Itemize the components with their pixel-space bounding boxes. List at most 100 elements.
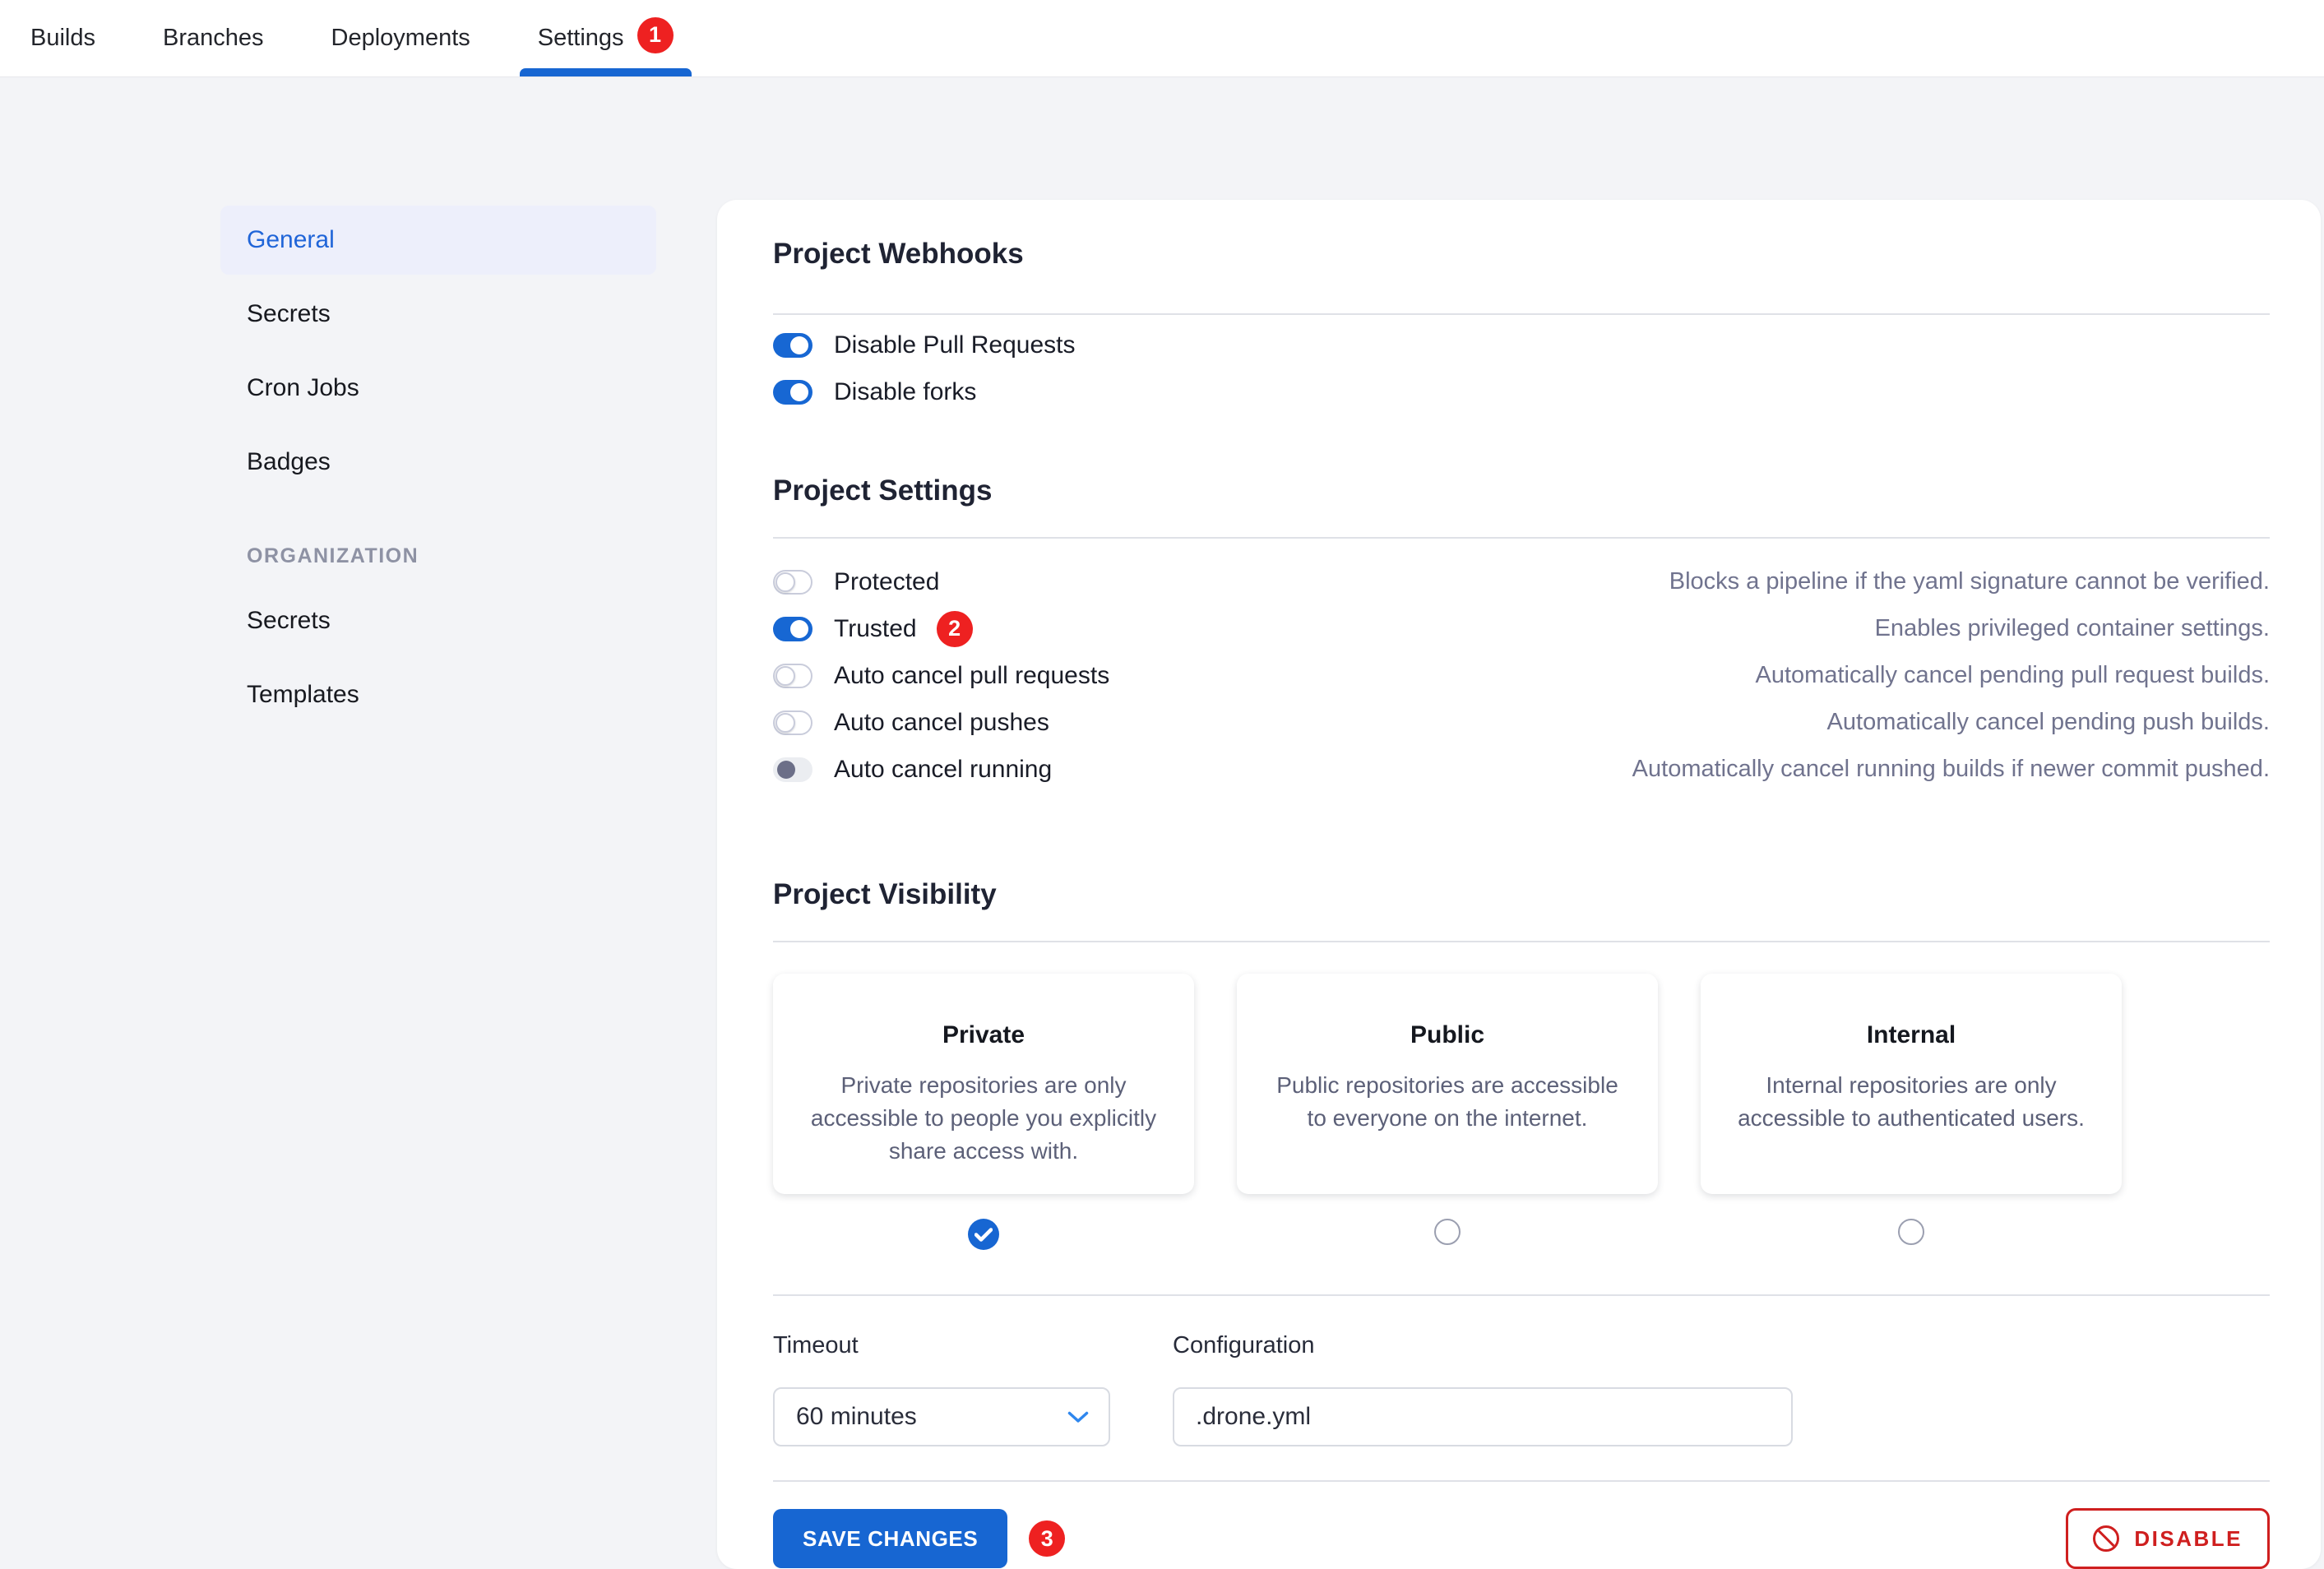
- configuration-field-group: Configuration: [1173, 1332, 1793, 1446]
- timeout-select[interactable]: 60 minutes: [773, 1387, 1110, 1446]
- auto-cancel-pull-requests-toggle[interactable]: [773, 664, 812, 688]
- toggle-row-auto-cancel-pushes: Auto cancel pushes Automatically cancel …: [773, 699, 2270, 746]
- tab-settings-label: Settings: [538, 25, 624, 52]
- disable-button[interactable]: DISABLE: [2066, 1508, 2270, 1569]
- tab-deployments[interactable]: Deployments: [331, 0, 470, 76]
- visibility-card-description: Public repositories are accessible to ev…: [1271, 1069, 1623, 1135]
- setting-description: Enables privileged container settings.: [1875, 615, 2270, 642]
- sidebar-item-secrets[interactable]: Secrets: [220, 280, 656, 349]
- settings-sidebar: General Secrets Cron Jobs Badges ORGANIZ…: [220, 206, 656, 734]
- setting-description: Blocks a pipeline if the yaml signature …: [1669, 568, 2270, 595]
- active-tab-indicator: [520, 68, 692, 76]
- timeout-label: Timeout: [773, 1332, 1110, 1359]
- sidebar-item-label: Templates: [247, 681, 359, 709]
- visibility-card-public[interactable]: Public Public repositories are accessibl…: [1237, 974, 1658, 1194]
- visibility-card-title: Private: [773, 1021, 1194, 1049]
- tab-builds-label: Builds: [30, 25, 95, 52]
- toggle-knob: [775, 572, 795, 592]
- visibility-cards: Private Private repositories are only ac…: [773, 974, 2270, 1194]
- visibility-radio-row: [773, 1219, 2270, 1250]
- sidebar-item-label: Cron Jobs: [247, 374, 359, 402]
- timeout-selected-value: 60 minutes: [796, 1403, 917, 1431]
- toggle-label: Disable forks: [834, 378, 976, 406]
- sidebar-item-general[interactable]: General: [220, 206, 656, 275]
- toggle-row-trusted: Trusted 2 Enables privileged container s…: [773, 605, 2270, 652]
- setting-description: Automatically cancel pending pull reques…: [1756, 662, 2270, 689]
- radio-cell-public: [1237, 1219, 1658, 1250]
- sidebar-item-org-templates[interactable]: Templates: [220, 660, 656, 729]
- actions-row: SAVE CHANGES 3 DISABLE: [773, 1508, 2270, 1569]
- settings-panel: Project Webhooks Disable Pull Requests D…: [717, 200, 2321, 1569]
- toggle-row-auto-cancel-pull-requests: Auto cancel pull requests Automatically …: [773, 652, 2270, 699]
- webhooks-section-title: Project Webhooks: [773, 238, 2270, 271]
- protected-toggle[interactable]: [773, 570, 812, 595]
- radio-cell-private: [773, 1219, 1194, 1250]
- sidebar-item-org-secrets[interactable]: Secrets: [220, 586, 656, 655]
- divider: [773, 1294, 2270, 1296]
- auto-cancel-running-toggle[interactable]: [773, 757, 812, 782]
- public-radio[interactable]: [1434, 1219, 1461, 1245]
- visibility-card-internal[interactable]: Internal Internal repositories are only …: [1701, 974, 2122, 1194]
- chevron-down-icon: [1067, 1411, 1089, 1423]
- internal-radio[interactable]: [1898, 1219, 1924, 1245]
- tab-settings[interactable]: Settings 1: [538, 0, 674, 76]
- trusted-toggle[interactable]: [773, 617, 812, 641]
- form-row: Timeout 60 minutes Configuration: [773, 1332, 2270, 1446]
- toggle-label: Auto cancel pull requests: [834, 662, 1109, 690]
- webhooks-toggle-group: Disable Pull Requests Disable forks: [773, 322, 2270, 415]
- divider: [773, 941, 2270, 942]
- project-settings-toggle-group: Protected Blocks a pipeline if the yaml …: [773, 558, 2270, 793]
- sidebar-item-label: Secrets: [247, 300, 331, 328]
- disable-pull-requests-toggle[interactable]: [773, 333, 812, 358]
- tab-builds[interactable]: Builds: [30, 0, 95, 76]
- sidebar-item-label: General: [247, 226, 335, 254]
- visibility-card-title: Public: [1237, 1021, 1658, 1049]
- sidebar-item-cron-jobs[interactable]: Cron Jobs: [220, 354, 656, 423]
- timeout-field-group: Timeout 60 minutes: [773, 1332, 1110, 1446]
- toggle-row-protected: Protected Blocks a pipeline if the yaml …: [773, 558, 2270, 605]
- toggle-knob: [775, 666, 795, 686]
- toggle-label: Auto cancel running: [834, 756, 1052, 784]
- radio-cell-internal: [1701, 1219, 2122, 1250]
- configuration-label: Configuration: [1173, 1332, 1793, 1359]
- toggle-knob: [790, 620, 808, 638]
- toggle-row-auto-cancel-running: Auto cancel running Automatically cancel…: [773, 746, 2270, 793]
- toggle-label: Protected: [834, 568, 939, 596]
- step-badge-2: 2: [937, 611, 973, 647]
- sidebar-item-label: Badges: [247, 448, 331, 476]
- toggle-label: Trusted: [834, 615, 917, 643]
- toggle-label: Auto cancel pushes: [834, 709, 1049, 737]
- save-changes-button[interactable]: SAVE CHANGES: [773, 1509, 1007, 1568]
- top-nav: Builds Branches Deployments Settings 1: [0, 0, 2324, 77]
- disable-forks-toggle[interactable]: [773, 380, 812, 405]
- toggle-knob: [775, 713, 795, 733]
- step-badge-3: 3: [1029, 1520, 1065, 1557]
- project-settings-section-title: Project Settings: [773, 474, 2270, 507]
- prohibition-icon: [2093, 1525, 2119, 1552]
- visibility-card-description: Internal repositories are only accessibl…: [1735, 1069, 2087, 1135]
- divider: [773, 537, 2270, 539]
- setting-description: Automatically cancel pending push builds…: [1827, 709, 2270, 736]
- step-badge-1: 1: [637, 17, 674, 53]
- divider: [773, 313, 2270, 315]
- visibility-section-title: Project Visibility: [773, 878, 2270, 911]
- toggle-knob: [790, 336, 808, 354]
- tab-deployments-label: Deployments: [331, 25, 470, 52]
- private-radio-checked[interactable]: [968, 1219, 999, 1250]
- setting-description: Automatically cancel running builds if n…: [1632, 756, 2270, 783]
- check-icon: [975, 1228, 993, 1242]
- auto-cancel-pushes-toggle[interactable]: [773, 710, 812, 735]
- sidebar-item-badges[interactable]: Badges: [220, 428, 656, 497]
- toggle-row-disable-pull-requests: Disable Pull Requests: [773, 322, 2270, 368]
- toggle-row-disable-forks: Disable forks: [773, 368, 2270, 415]
- tab-branches-label: Branches: [163, 25, 264, 52]
- tab-branches[interactable]: Branches: [163, 0, 264, 76]
- visibility-card-description: Private repositories are only accessible…: [808, 1069, 1160, 1168]
- sidebar-item-label: Secrets: [247, 607, 331, 635]
- toggle-knob: [790, 383, 808, 401]
- divider: [773, 1480, 2270, 1482]
- toggle-knob: [777, 761, 795, 779]
- disable-button-label: DISABLE: [2134, 1526, 2243, 1552]
- configuration-input[interactable]: [1173, 1387, 1793, 1446]
- visibility-card-private[interactable]: Private Private repositories are only ac…: [773, 974, 1194, 1194]
